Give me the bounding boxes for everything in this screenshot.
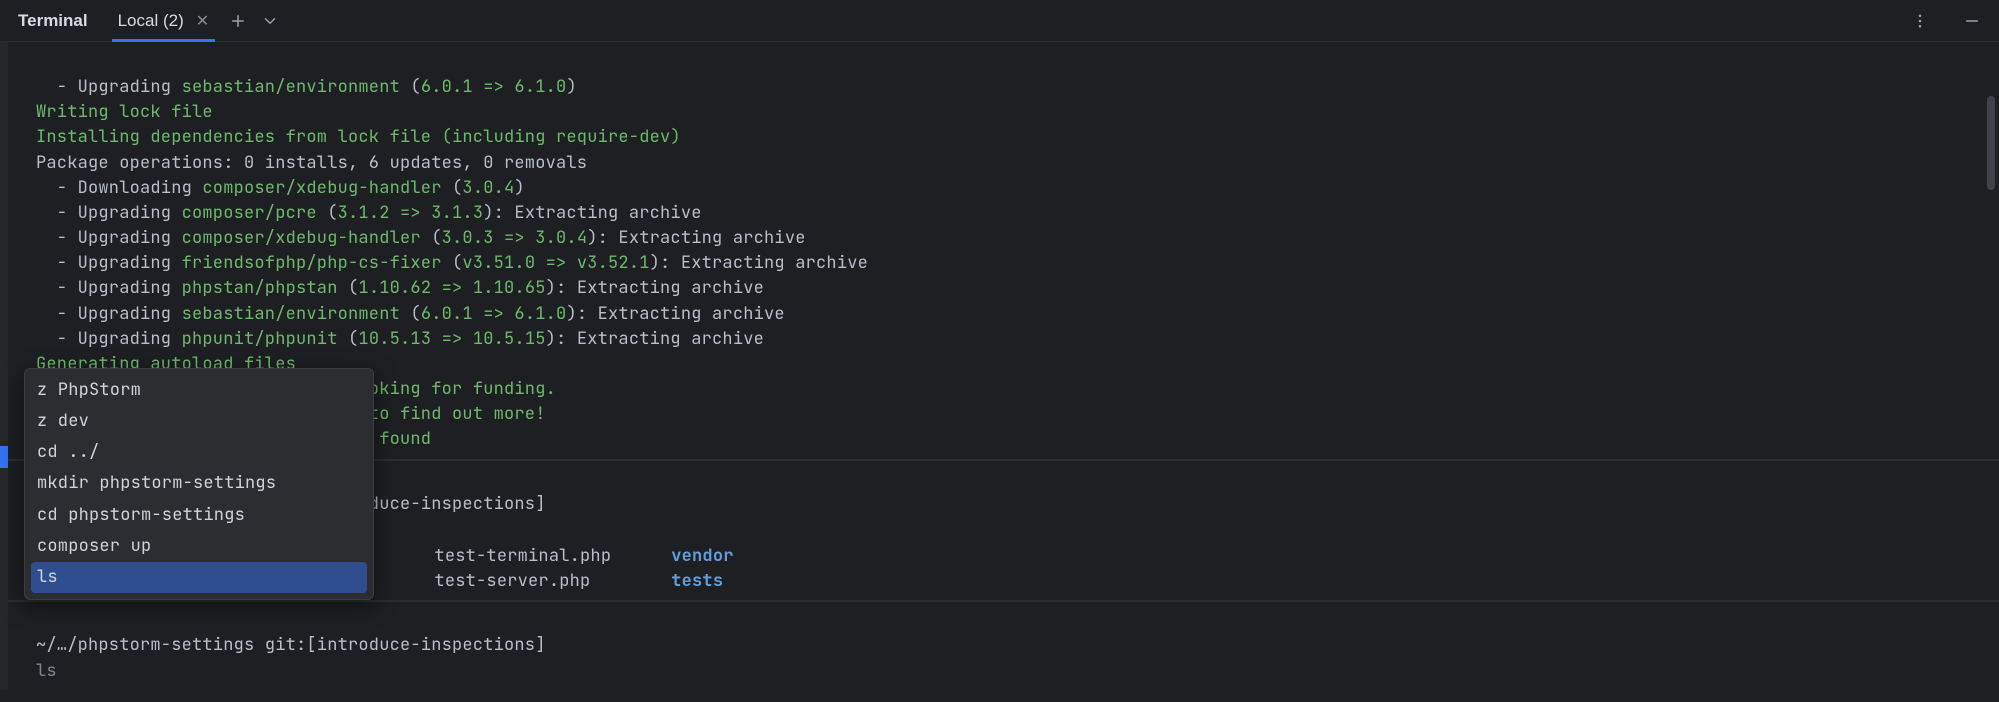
pkg: sebastian/environment xyxy=(182,76,400,98)
out-line: - Upgrading xyxy=(36,303,182,325)
paren: ( xyxy=(421,227,442,249)
terminal-block-2: ~/…/phpstorm-settings git:[introduce-ins… xyxy=(0,608,1999,683)
out-line: - Upgrading xyxy=(36,328,182,350)
tool-window-title: Terminal xyxy=(18,11,88,31)
out-line: Package operations: 0 installs, 6 update… xyxy=(36,152,587,174)
pkg: phpunit/phpunit xyxy=(182,328,338,350)
tail: ): Extracting archive xyxy=(566,303,784,325)
ls-cell: test-terminal.php xyxy=(434,545,611,567)
history-item[interactable]: mkdir phpstorm-settings xyxy=(25,468,373,499)
prompt-path: ~/…/phpstorm-settings xyxy=(36,634,265,656)
out-line: Writing lock file xyxy=(36,101,213,123)
out-line: - Upgrading xyxy=(36,76,182,98)
pkg: sebastian/environment xyxy=(182,303,400,325)
paren: ( xyxy=(442,177,463,199)
history-item-selected[interactable]: ls xyxy=(31,562,367,593)
tail: ): Extracting archive xyxy=(483,202,701,224)
minimize-icon[interactable] xyxy=(1963,12,1981,30)
typed-command[interactable]: ls xyxy=(36,660,57,682)
out-line: - Upgrading xyxy=(36,252,182,274)
history-item[interactable]: cd ../ xyxy=(25,437,373,468)
pkg: friendsofphp/php-cs-fixer xyxy=(182,252,442,274)
history-item[interactable]: cd phpstorm-settings xyxy=(25,500,373,531)
ver: 3.0.3 => 3.0.4 xyxy=(442,227,588,249)
prompt-git: git:[introduce-inspections] xyxy=(265,634,546,656)
paren: ( xyxy=(400,76,421,98)
tail: ): Extracting archive xyxy=(546,328,764,350)
terminal-gutter xyxy=(0,42,8,690)
paren: ) xyxy=(566,76,576,98)
ver: 3.0.4 xyxy=(462,177,514,199)
pkg: phpstan/phpstan xyxy=(182,277,338,299)
paren: ( xyxy=(338,277,359,299)
terminal-tabbar: Terminal Local (2) ✕ xyxy=(0,0,1999,42)
history-item[interactable]: z dev xyxy=(25,406,373,437)
history-item[interactable]: composer up xyxy=(25,531,373,562)
more-icon[interactable] xyxy=(1911,12,1929,30)
out-line: - Upgrading xyxy=(36,277,182,299)
out-line: - Downloading xyxy=(36,177,202,199)
out-line: Installing dependencies from lock file (… xyxy=(36,126,681,148)
new-tab-button[interactable] xyxy=(229,12,247,30)
tab-label: Local (2) xyxy=(118,11,184,31)
terminal-viewport[interactable]: - Upgrading sebastian/environment (6.0.1… xyxy=(0,42,1999,690)
paren: ) xyxy=(514,177,524,199)
gutter-cursor xyxy=(0,446,8,468)
paren: ( xyxy=(400,303,421,325)
history-item[interactable]: z PhpStorm xyxy=(25,375,373,406)
pkg: composer/pcre xyxy=(182,202,317,224)
tail: ): Extracting archive xyxy=(587,227,805,249)
ls-cell: test-server.php xyxy=(434,570,590,592)
ls-dir: vendor xyxy=(671,545,733,567)
ls-dir: tests xyxy=(671,570,723,592)
paren: ( xyxy=(338,328,359,350)
chevron-down-icon[interactable] xyxy=(261,12,279,30)
tail: ): Extracting archive xyxy=(546,277,764,299)
ver: 3.1.2 => 3.1.3 xyxy=(338,202,484,224)
out-line: - Upgrading xyxy=(36,227,182,249)
pkg: composer/xdebug-handler xyxy=(182,227,421,249)
command-history-popup[interactable]: z PhpStorm z dev cd ../ mkdir phpstorm-s… xyxy=(24,368,374,600)
block-divider xyxy=(0,600,1999,602)
ver: v3.51.0 => v3.52.1 xyxy=(462,252,649,274)
ver: 6.0.1 => 6.1.0 xyxy=(421,303,567,325)
scrollbar-thumb[interactable] xyxy=(1987,96,1995,190)
tail: ): Extracting archive xyxy=(650,252,868,274)
out-line: - Upgrading xyxy=(36,202,182,224)
terminal-tab-local[interactable]: Local (2) ✕ xyxy=(112,0,216,41)
ver: 10.5.13 => 10.5.15 xyxy=(358,328,545,350)
pkg: composer/xdebug-handler xyxy=(202,177,441,199)
close-icon[interactable]: ✕ xyxy=(196,11,209,31)
paren: ( xyxy=(317,202,338,224)
ver: 6.0.1 => 6.1.0 xyxy=(421,76,567,98)
ver: 1.10.62 => 1.10.65 xyxy=(358,277,545,299)
paren: ( xyxy=(442,252,463,274)
